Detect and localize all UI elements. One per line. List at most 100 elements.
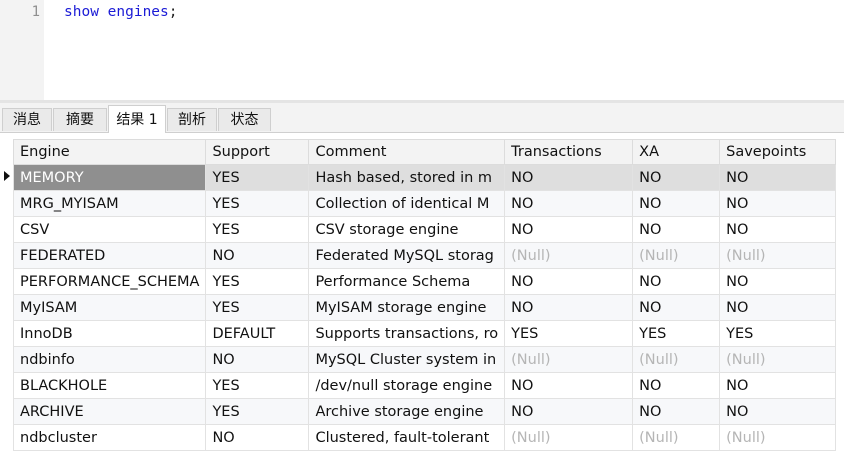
column-header-xa[interactable]: XA [632,139,721,165]
result-grid: Engine Support Comment Transactions XA S… [12,139,837,451]
cell-transactions[interactable]: NO [504,164,634,191]
cell-savepoints[interactable]: NO [719,294,837,321]
cell-engine[interactable]: MEMORY [12,164,207,191]
cell-support[interactable]: NO [205,242,310,269]
cell-transactions[interactable]: (Null) [504,242,634,269]
cell-xa[interactable]: NO [632,268,721,295]
cell-xa[interactable]: NO [632,190,721,217]
column-header-support[interactable]: Support [205,139,310,165]
cell-xa[interactable]: NO [632,398,721,425]
cell-support[interactable]: YES [205,164,310,191]
cell-comment[interactable]: MySQL Cluster system in [308,346,506,373]
table-row[interactable]: CSV YES CSV storage engine NO NO NO [12,216,837,243]
cell-support[interactable]: YES [205,216,310,243]
cell-savepoints[interactable]: NO [719,216,837,243]
cell-comment[interactable]: Archive storage engine [308,398,506,425]
table-row[interactable]: ARCHIVE YES Archive storage engine NO NO NO [12,398,837,425]
cell-transactions[interactable]: YES [504,320,634,347]
cell-engine[interactable]: ndbinfo [12,346,207,373]
table-row[interactable]: MEMORY YES Hash based, stored in m NO NO NO [12,164,837,191]
cell-engine[interactable]: PERFORMANCE_SCHEMA [12,268,207,295]
cell-xa[interactable]: NO [632,372,721,399]
cell-savepoints[interactable]: (Null) [719,346,837,373]
cell-support[interactable]: YES [205,190,310,217]
cell-support[interactable]: NO [205,346,310,373]
column-header-transactions[interactable]: Transactions [504,139,634,165]
table-row[interactable]: FEDERATED NO Federated MySQL storag (Null)(… [12,242,837,269]
cell-savepoints[interactable]: NO [719,268,837,295]
cell-comment[interactable]: Supports transactions, ro [308,320,506,347]
cell-transactions[interactable]: NO [504,190,634,217]
sql-keywords: show engines [64,4,169,20]
cell-engine[interactable]: ndbcluster [12,424,207,451]
column-header-savepoints[interactable]: Savepoints [719,139,837,165]
tab-messages[interactable]: 消息 [2,108,52,131]
cell-comment[interactable]: /dev/null storage engine [308,372,506,399]
cell-savepoints[interactable]: NO [719,372,837,399]
cell-transactions[interactable]: NO [504,398,634,425]
cell-engine[interactable]: CSV [12,216,207,243]
cell-comment[interactable]: Clustered, fault-tolerant [308,424,506,451]
table-row[interactable]: MyISAM YES MyISAM storage engine NO NO NO [12,294,837,321]
cell-comment[interactable]: CSV storage engine [308,216,506,243]
cell-engine[interactable]: InnoDB [12,320,207,347]
cell-xa[interactable]: (Null) [632,346,721,373]
cell-savepoints[interactable]: (Null) [719,242,837,269]
cell-support[interactable]: DEFAULT [205,320,310,347]
table-row[interactable]: InnoDB DEFAULT Supports transactions, ro YE… [12,320,837,347]
cell-support[interactable]: YES [205,398,310,425]
cell-savepoints[interactable]: NO [719,398,837,425]
cell-transactions[interactable]: NO [504,294,634,321]
cell-transactions[interactable]: (Null) [504,424,634,451]
cell-support[interactable]: NO [205,424,310,451]
cell-engine[interactable]: MRG_MYISAM [12,190,207,217]
cell-xa[interactable]: NO [632,294,721,321]
cell-savepoints[interactable]: (Null) [719,424,837,451]
tab-summary[interactable]: 摘要 [53,108,107,131]
cell-engine[interactable]: FEDERATED [12,242,207,269]
cell-savepoints[interactable]: NO [719,190,837,217]
column-header-comment[interactable]: Comment [308,139,506,165]
cell-xa[interactable]: YES [632,320,721,347]
grid-body: MEMORY YES Hash based, stored in m NO NO NO MR… [12,164,837,451]
sql-terminator: ; [168,4,178,20]
cell-comment[interactable]: MyISAM storage engine [308,294,506,321]
sql-editor[interactable]: 1 show engines; [0,0,844,103]
cell-engine[interactable]: BLACKHOLE [12,372,207,399]
cell-engine[interactable]: ARCHIVE [12,398,207,425]
cell-xa[interactable]: (Null) [632,424,721,451]
tab-result-1[interactable]: 结果 1 [108,105,166,133]
cell-transactions[interactable]: NO [504,268,634,295]
cell-xa[interactable]: NO [632,216,721,243]
cell-comment[interactable]: Performance Schema [308,268,506,295]
cell-transactions[interactable]: NO [504,216,634,243]
cell-comment[interactable]: Federated MySQL storag [308,242,506,269]
cell-comment[interactable]: Collection of identical M [308,190,506,217]
table-row[interactable]: ndbinfo NO MySQL Cluster system in (Null) (N… [12,346,837,373]
cell-support[interactable]: YES [205,268,310,295]
cell-transactions[interactable]: NO [504,372,634,399]
cell-xa[interactable]: NO [632,164,721,191]
table-row[interactable]: ndbcluster NO Clustered, fault-tolerant (Nu… [12,424,837,451]
grid-header-row: Engine Support Comment Transactions XA S… [12,139,837,165]
table-row[interactable]: PERFORMANCE_SCHEMA YES Performance Schema N… [12,268,837,295]
result-grid-area: Engine Support Comment Transactions XA S… [0,133,844,454]
tab-status[interactable]: 状态 [218,108,271,131]
result-tab-bar: 消息 摘要 结果 1 剖析 状态 [0,103,844,133]
cell-xa[interactable]: (Null) [632,242,721,269]
sql-code-line[interactable]: show engines; [64,4,178,20]
column-header-engine[interactable]: Engine [12,139,207,165]
cell-engine[interactable]: MyISAM [12,294,207,321]
current-row-pointer-icon [4,171,10,181]
cell-transactions[interactable]: (Null) [504,346,634,373]
line-number-gutter: 1 [0,0,44,100]
cell-comment[interactable]: Hash based, stored in m [308,164,506,191]
cell-savepoints[interactable]: NO [719,164,837,191]
line-number: 1 [31,4,40,20]
table-row[interactable]: BLACKHOLE YES/dev/null storage engine NO NO… [12,372,837,399]
table-row[interactable]: MRG_MYISAM YES Collection of identical M NO… [12,190,837,217]
cell-support[interactable]: YES [205,372,310,399]
tab-profile[interactable]: 剖析 [167,108,217,131]
cell-savepoints[interactable]: YES [719,320,837,347]
cell-support[interactable]: YES [205,294,310,321]
